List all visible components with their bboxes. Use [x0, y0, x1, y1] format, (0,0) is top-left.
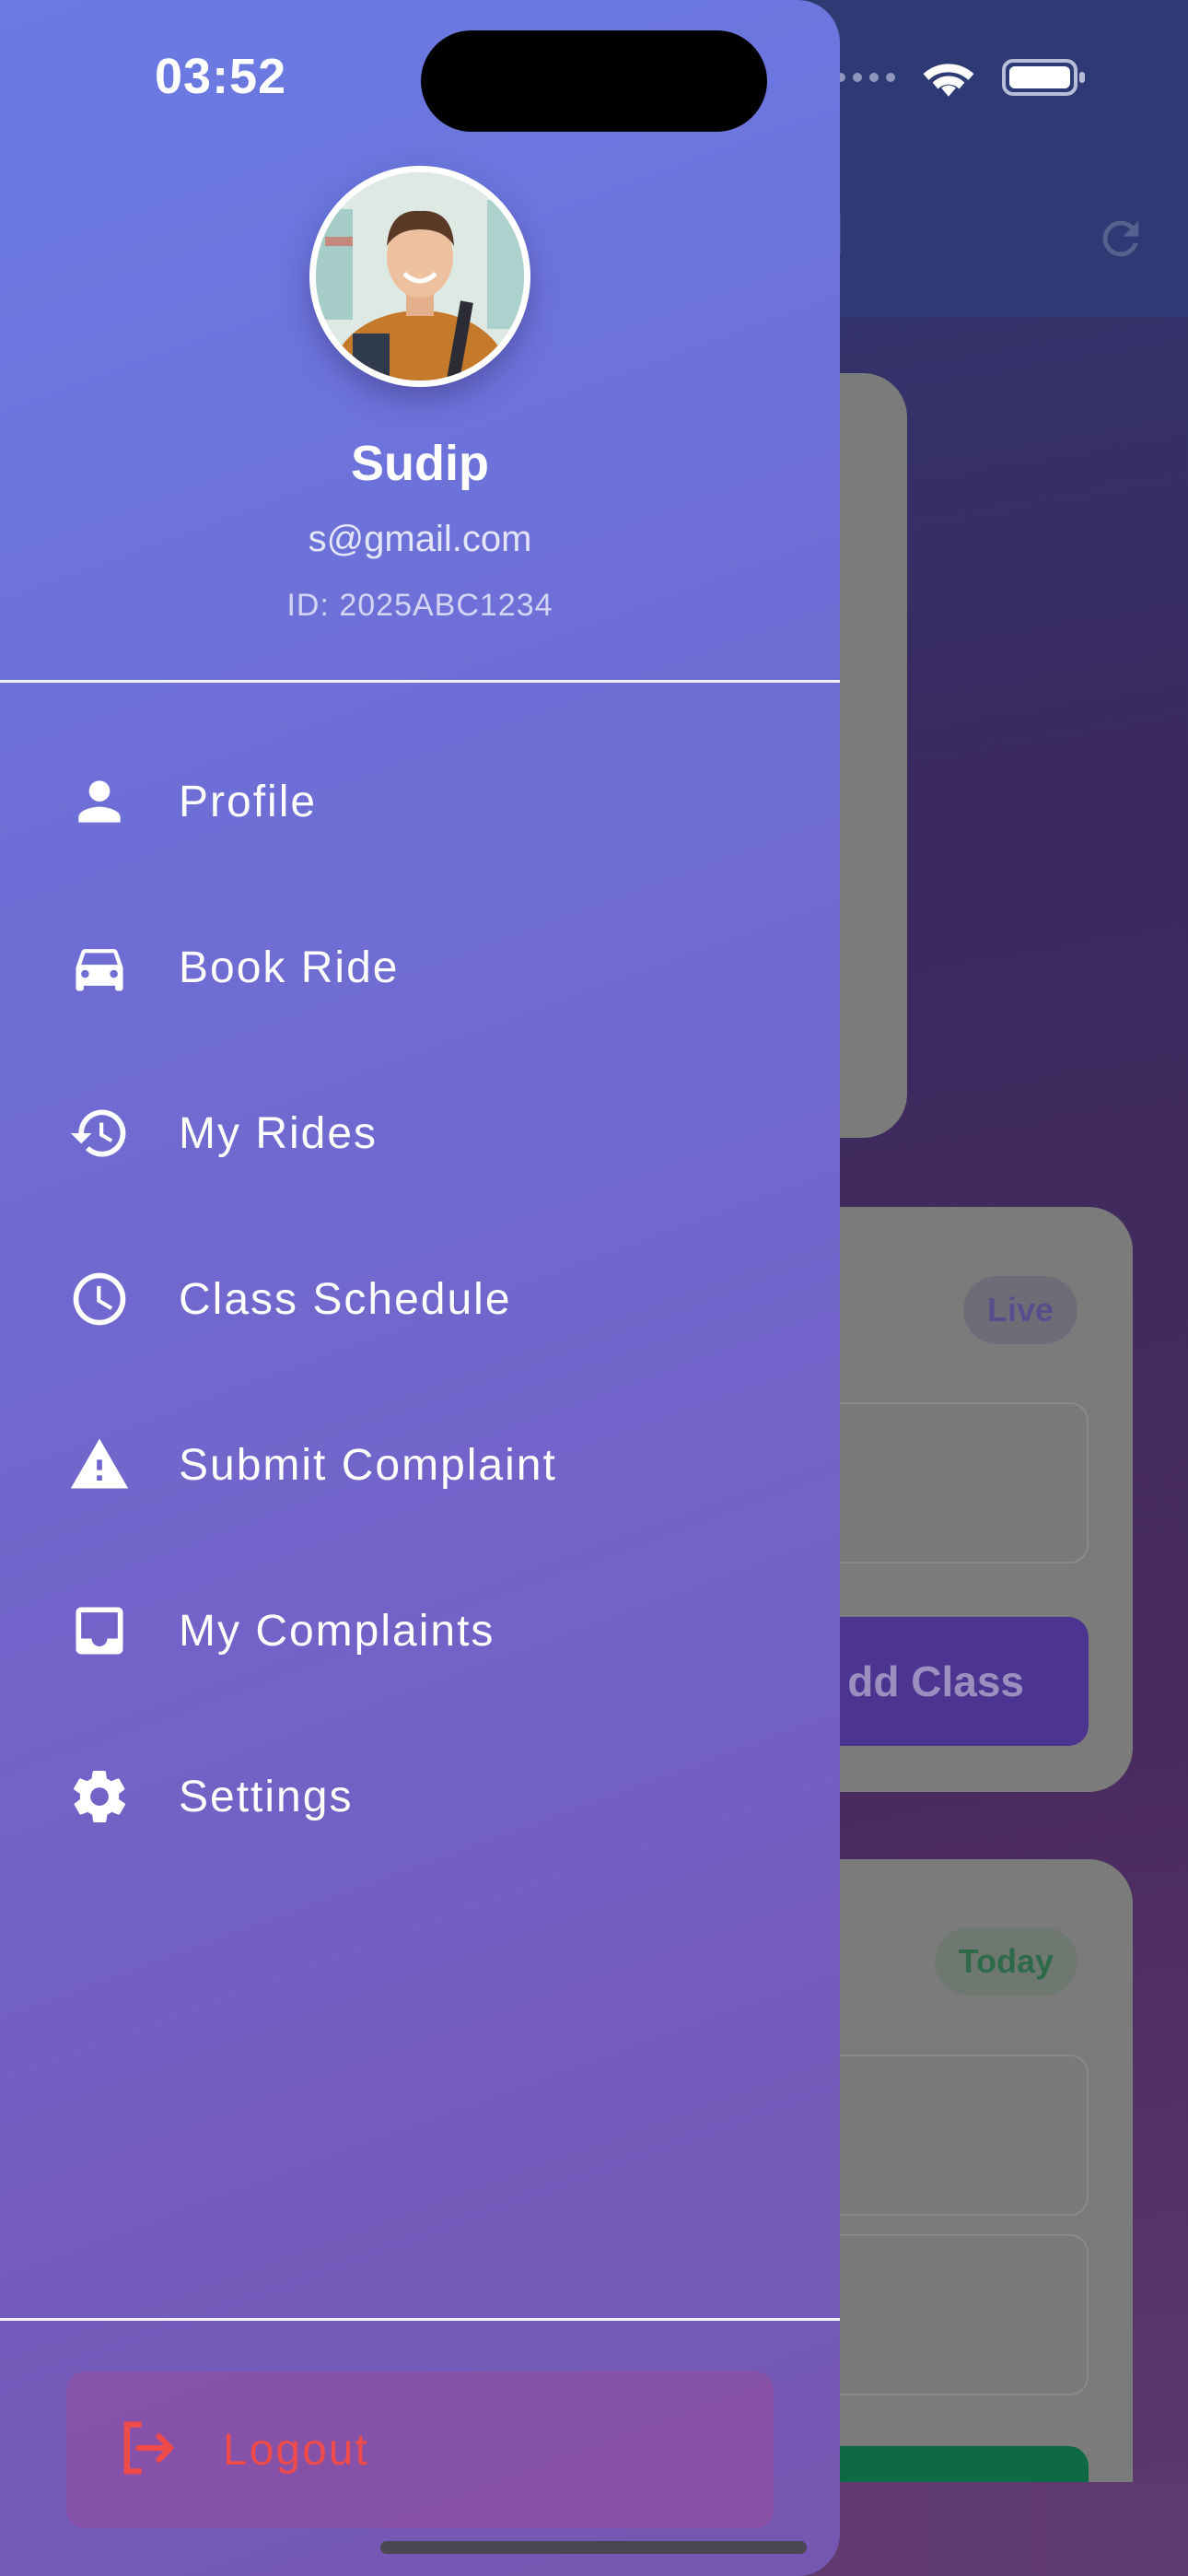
refresh-icon[interactable] [1094, 212, 1147, 265]
live-badge: Live [962, 1276, 1077, 1344]
today-badge: Today [934, 1927, 1077, 1996]
menu-item-settings[interactable]: Settings [0, 1714, 840, 1879]
avatar-photo [316, 172, 524, 381]
user-email: s@gmail.com [308, 519, 532, 559]
menu-label: Settings [179, 1772, 354, 1821]
warning-icon [66, 1432, 133, 1498]
schedule-item [810, 2234, 1089, 2395]
menu-label: Book Ride [179, 943, 400, 992]
menu-label: Class Schedule [179, 1274, 512, 1324]
menu-item-class-schedule[interactable]: Class Schedule [0, 1216, 840, 1382]
logout-button[interactable]: Logout [66, 2371, 774, 2528]
clock-icon [66, 1266, 133, 1332]
user-name: Sudip [351, 436, 489, 491]
person-icon [66, 768, 133, 835]
header-divider [0, 680, 840, 683]
menu-item-submit-complaint[interactable]: Submit Complaint [0, 1382, 840, 1548]
navigation-drawer: 03:52 Sudip s@gmail.com ID: 2025ABC1234 … [0, 0, 840, 2576]
battery-icon [1002, 59, 1085, 96]
menu-item-my-complaints[interactable]: My Complaints [0, 1548, 840, 1714]
history-icon [66, 1100, 133, 1166]
menu-label: Submit Complaint [179, 1440, 557, 1490]
user-id: ID: 2025ABC1234 [286, 588, 553, 623]
schedule-item [810, 2055, 1089, 2216]
menu-item-profile[interactable]: Profile [0, 719, 840, 884]
signal-icon [836, 73, 895, 82]
wifi-icon [923, 64, 974, 97]
gear-icon [66, 1763, 133, 1830]
home-indicator[interactable] [380, 2541, 807, 2554]
menu-item-my-rides[interactable]: My Rides [0, 1050, 840, 1216]
logout-label: Logout [223, 2425, 369, 2475]
menu-label: My Complaints [179, 1606, 495, 1656]
car-icon [66, 934, 133, 1001]
status-icons [836, 57, 1087, 98]
logout-icon [112, 2413, 182, 2488]
status-time: 03:52 [155, 49, 287, 104]
menu-item-book-ride[interactable]: Book Ride [0, 884, 840, 1050]
menu-label: Profile [179, 777, 318, 826]
avatar[interactable] [309, 166, 530, 387]
add-class-button: dd Class [810, 1617, 1089, 1746]
menu-label: My Rides [179, 1108, 379, 1158]
footer-divider [0, 2318, 840, 2321]
green-action-button [810, 2446, 1089, 2483]
inbox-icon [66, 1598, 133, 1664]
dynamic-island [421, 30, 767, 132]
class-input-field [810, 1402, 1089, 1563]
drawer-menu: Profile Book Ride My Rides Class Schedul… [0, 719, 840, 1879]
